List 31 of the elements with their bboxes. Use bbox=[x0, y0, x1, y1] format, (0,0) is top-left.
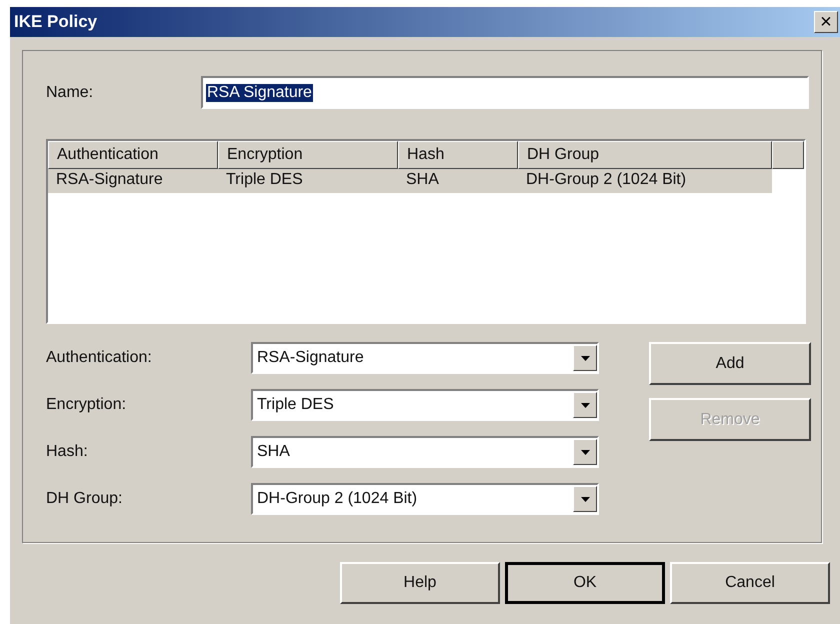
table-cell-text: Triple DES bbox=[225, 170, 304, 190]
table-cell-text: DH-Group 2 (1024 Bit) bbox=[525, 170, 688, 190]
dropdown[interactable]: SHA bbox=[251, 436, 599, 468]
field-label: Authentication: bbox=[46, 349, 153, 367]
column-header[interactable]: Authentication bbox=[48, 141, 218, 169]
column-header bbox=[772, 141, 804, 169]
dropdown-arrow-icon bbox=[580, 450, 590, 454]
close-button[interactable]: × bbox=[814, 11, 838, 33]
window-title: IKE Policy bbox=[14, 12, 98, 32]
dropdown-arrow-icon bbox=[580, 402, 590, 408]
dialog-button[interactable]: OK bbox=[505, 562, 665, 604]
table-row[interactable]: RSA-Signature Triple DES SHA DH-Group 2 (1024 Bit) bbox=[48, 169, 772, 193]
field-label: DH Group: bbox=[46, 490, 124, 508]
dropdown[interactable]: RSA-Signature bbox=[251, 342, 599, 374]
field-label: Encryption: bbox=[46, 396, 128, 414]
column-header[interactable]: DH Group bbox=[518, 141, 772, 169]
field-label: Name: bbox=[46, 84, 94, 102]
action-button[interactable]: Add bbox=[649, 342, 811, 385]
field-label: Hash: bbox=[46, 443, 89, 461]
column-header[interactable]: Encryption bbox=[218, 141, 398, 169]
policy-list[interactable]: Authentication Encryption Hash DH Group RSA-Signature Triple DES SHA DH-Group 2 (1024 Bit) bbox=[46, 139, 806, 324]
column-header[interactable]: Hash bbox=[398, 141, 518, 169]
dropdown[interactable]: DH-Group 2 (1024 Bit) bbox=[251, 483, 599, 515]
dropdown-arrow-icon bbox=[580, 356, 590, 360]
dropdown[interactable]: Triple DES bbox=[251, 389, 599, 421]
name-field[interactable]: RSA Signature bbox=[201, 76, 809, 109]
dropdown-arrow-icon bbox=[580, 496, 590, 502]
dialog-button[interactable]: Cancel bbox=[670, 562, 830, 604]
dialog-button[interactable]: Help bbox=[340, 562, 500, 604]
table-cell-text: SHA bbox=[405, 170, 440, 190]
table-cell-text: RSA-Signature bbox=[55, 170, 164, 190]
